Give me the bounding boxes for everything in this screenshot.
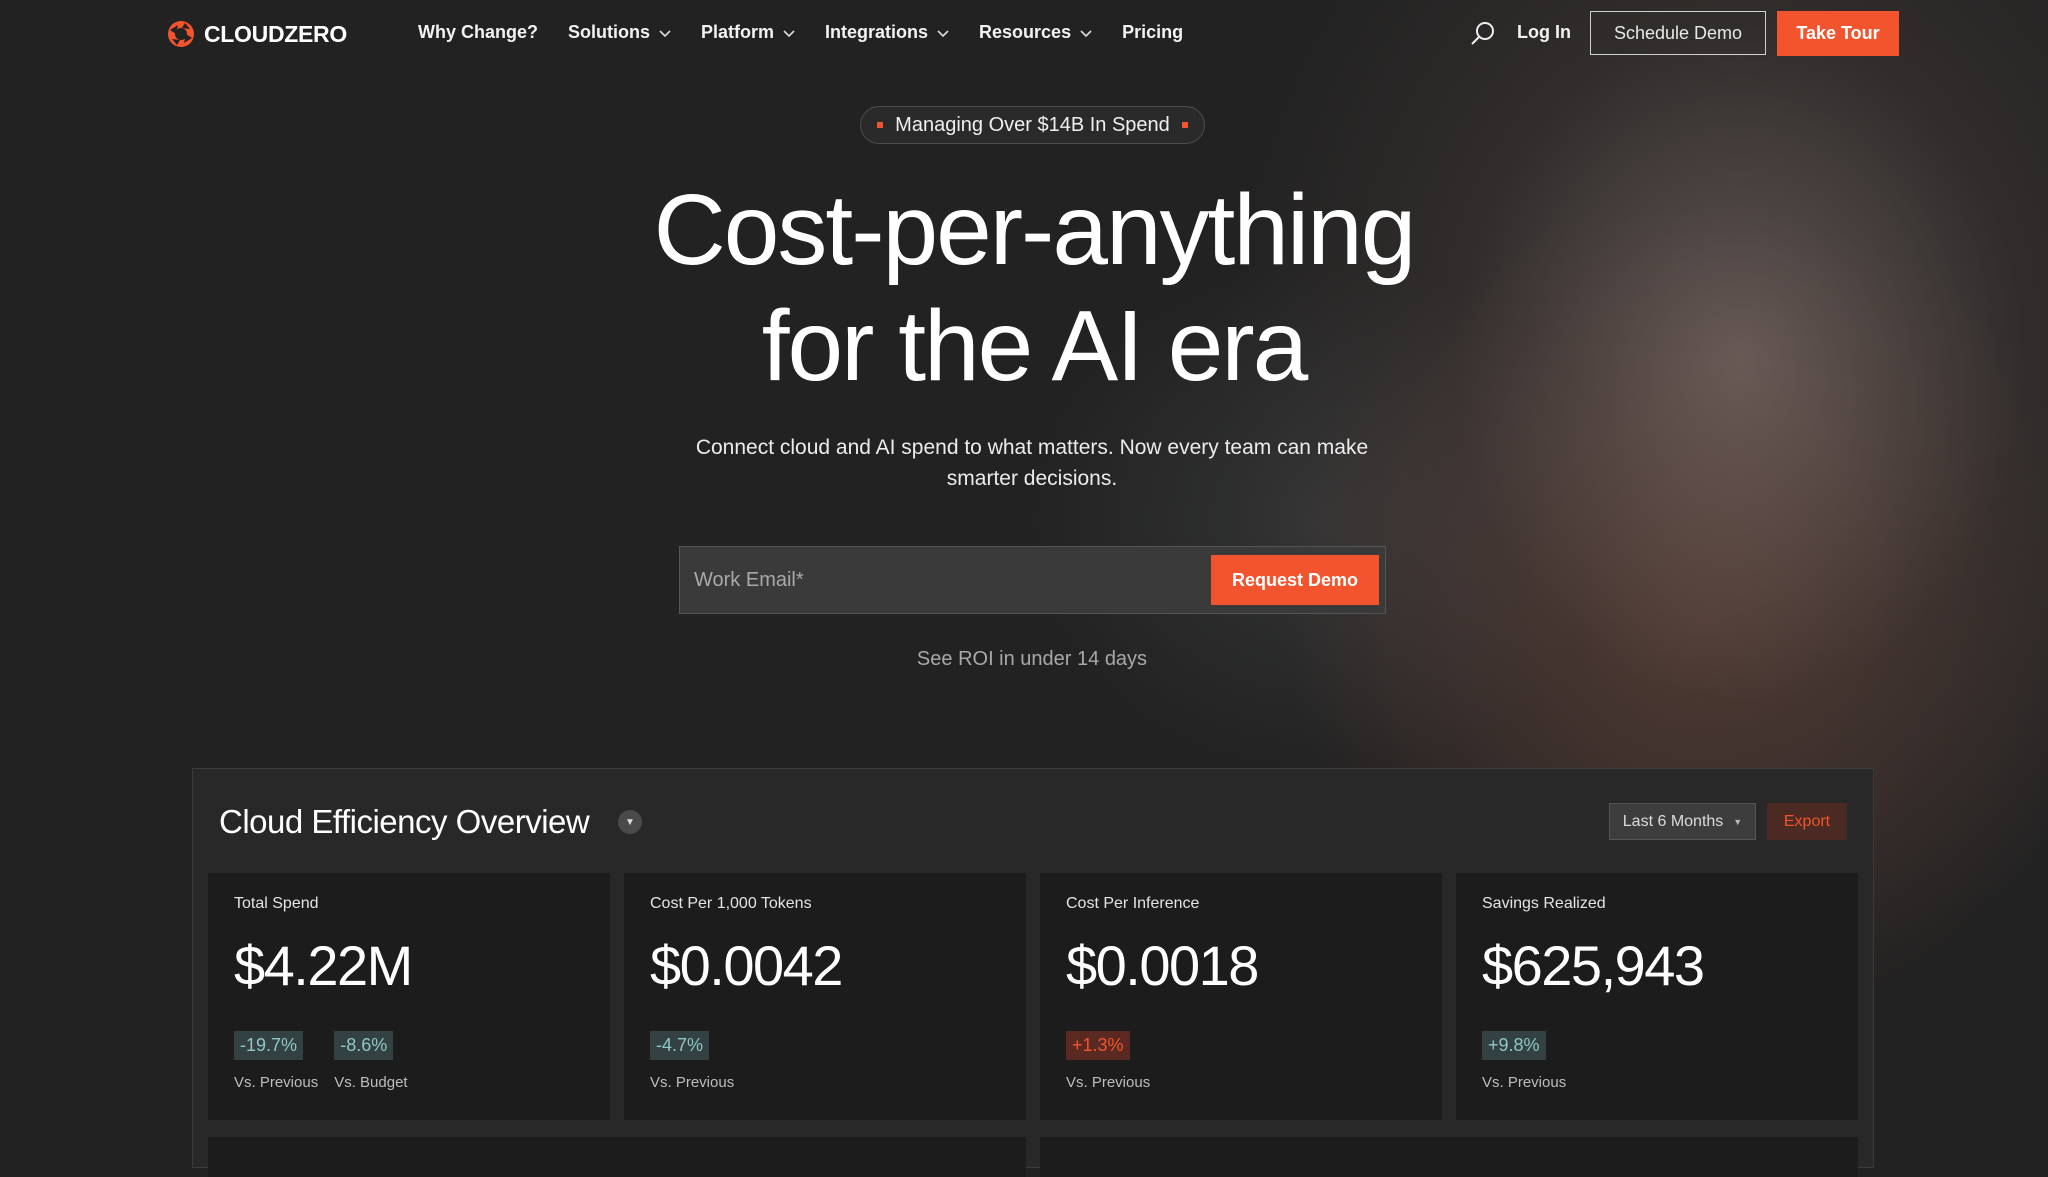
- metric-value: $4.22M: [234, 934, 413, 997]
- dashboard-preview: Cloud Efficiency Overview ▼ Last 6 Month…: [192, 768, 1874, 1177]
- delta-caption: Vs. Budget: [334, 1074, 408, 1091]
- nav-integrations[interactable]: Integrations: [825, 22, 949, 43]
- metric-label: Cost Per Inference: [1066, 895, 1200, 912]
- delta-badge: -19.7%: [234, 1031, 304, 1060]
- roi-note: See ROI in under 14 days: [916, 648, 1148, 670]
- metric-label: Cost Per 1,000 Tokens: [650, 895, 812, 912]
- brand-name: CLOUDZERO: [204, 20, 347, 47]
- metric-label: Total Spend: [234, 895, 319, 912]
- chevron-down-icon: [1080, 29, 1092, 37]
- delta-caption: Vs. Previous: [1066, 1074, 1151, 1091]
- export-button[interactable]: Export: [1767, 803, 1847, 840]
- dot-icon: [1181, 122, 1188, 128]
- take-tour-button[interactable]: Take Tour: [1777, 11, 1899, 56]
- chevron-down-icon: ▼: [1733, 816, 1743, 827]
- nav-resources[interactable]: Resources: [979, 22, 1092, 43]
- delta-badge: -4.7%: [650, 1031, 710, 1060]
- demo-request-form: Request Demo: [679, 546, 1386, 614]
- delta-group: -19.7% Vs. Previous: [234, 1031, 318, 1091]
- dot-icon: [877, 122, 884, 128]
- login-link[interactable]: Log In: [1517, 22, 1571, 43]
- metric-label: Savings Realized: [1482, 895, 1606, 912]
- nav-pricing[interactable]: Pricing: [1122, 22, 1183, 43]
- nav-solutions[interactable]: Solutions: [568, 22, 671, 43]
- chart-panel-right: [1040, 1137, 1858, 1177]
- metric-value: $0.0018: [1066, 934, 1259, 997]
- delta-group: +1.3% Vs. Previous: [1066, 1031, 1150, 1091]
- spend-badge: Managing Over $14B In Spend: [860, 106, 1205, 144]
- date-range-value: Last 6 Months: [1622, 812, 1724, 830]
- delta-caption: Vs. Previous: [650, 1074, 735, 1091]
- nav-platform[interactable]: Platform: [701, 22, 795, 43]
- nav-why-change[interactable]: Why Change?: [418, 22, 538, 43]
- metric-deltas: -4.7% Vs. Previous: [650, 1031, 734, 1091]
- nav-label: Why Change?: [418, 22, 538, 42]
- top-navigation: CLOUDZERO Why Change? Solutions Platform…: [0, 0, 2048, 68]
- delta-group: -8.6% Vs. Budget: [334, 1031, 408, 1091]
- metric-deltas: +9.8% Vs. Previous: [1482, 1031, 1566, 1091]
- nav-label: Integrations: [825, 22, 929, 42]
- metric-card-cost-per-tokens: Cost Per 1,000 Tokens $0.0042 -4.7% Vs. …: [624, 873, 1026, 1120]
- spend-badge-text: Managing Over $14B In Spend: [895, 113, 1170, 136]
- nav-label: Platform: [701, 22, 775, 42]
- chart-panel-left: [208, 1137, 1026, 1177]
- metric-deltas: -19.7% Vs. Previous -8.6% Vs. Budget: [234, 1031, 408, 1091]
- hero-headline: Cost-per-anything for the AI era: [0, 172, 2048, 404]
- delta-badge: +1.3%: [1066, 1031, 1130, 1060]
- delta-caption: Vs. Previous: [234, 1074, 319, 1091]
- metric-value: $0.0042: [650, 934, 843, 997]
- metric-card-total-spend: Total Spend $4.22M -19.7% Vs. Previous -…: [208, 873, 610, 1120]
- chevron-down-icon: [783, 29, 795, 37]
- delta-group: +9.8% Vs. Previous: [1482, 1031, 1566, 1091]
- metric-deltas: +1.3% Vs. Previous: [1066, 1031, 1150, 1091]
- date-range-select[interactable]: Last 6 Months ▼: [1609, 803, 1756, 840]
- delta-badge: -8.6%: [334, 1031, 394, 1060]
- dashboard-title: Cloud Efficiency Overview: [219, 803, 590, 840]
- cloudzero-logo-icon: [168, 21, 194, 47]
- work-email-input[interactable]: [692, 547, 1256, 614]
- dropdown-caret-icon[interactable]: ▼: [618, 810, 642, 834]
- metric-card-cost-per-inference: Cost Per Inference $0.0018 +1.3% Vs. Pre…: [1040, 873, 1442, 1120]
- nav-label: Solutions: [568, 22, 650, 42]
- delta-group: -4.7% Vs. Previous: [650, 1031, 734, 1091]
- hero-subtext: Connect cloud and AI spend to what matte…: [695, 436, 1369, 490]
- metric-value: $625,943: [1482, 934, 1705, 997]
- search-icon[interactable]: [1469, 20, 1497, 48]
- delta-badge: +9.8%: [1482, 1031, 1546, 1060]
- chevron-down-icon: [937, 29, 949, 37]
- headline-line-2: for the AI era: [761, 290, 1309, 402]
- chevron-down-icon: [659, 29, 671, 37]
- brand-logo[interactable]: CLOUDZERO: [166, 19, 347, 49]
- nav-label: Pricing: [1122, 22, 1184, 42]
- request-demo-button[interactable]: Request Demo: [1211, 555, 1379, 605]
- schedule-demo-button[interactable]: Schedule Demo: [1590, 11, 1766, 55]
- main-menu: Why Change? Solutions Platform Integrati…: [418, 22, 1213, 43]
- headline-line-1: Cost-per-anything: [653, 174, 1417, 286]
- delta-caption: Vs. Previous: [1482, 1074, 1567, 1091]
- nav-label: Resources: [979, 22, 1072, 42]
- metric-card-savings-realized: Savings Realized $625,943 +9.8% Vs. Prev…: [1456, 873, 1858, 1120]
